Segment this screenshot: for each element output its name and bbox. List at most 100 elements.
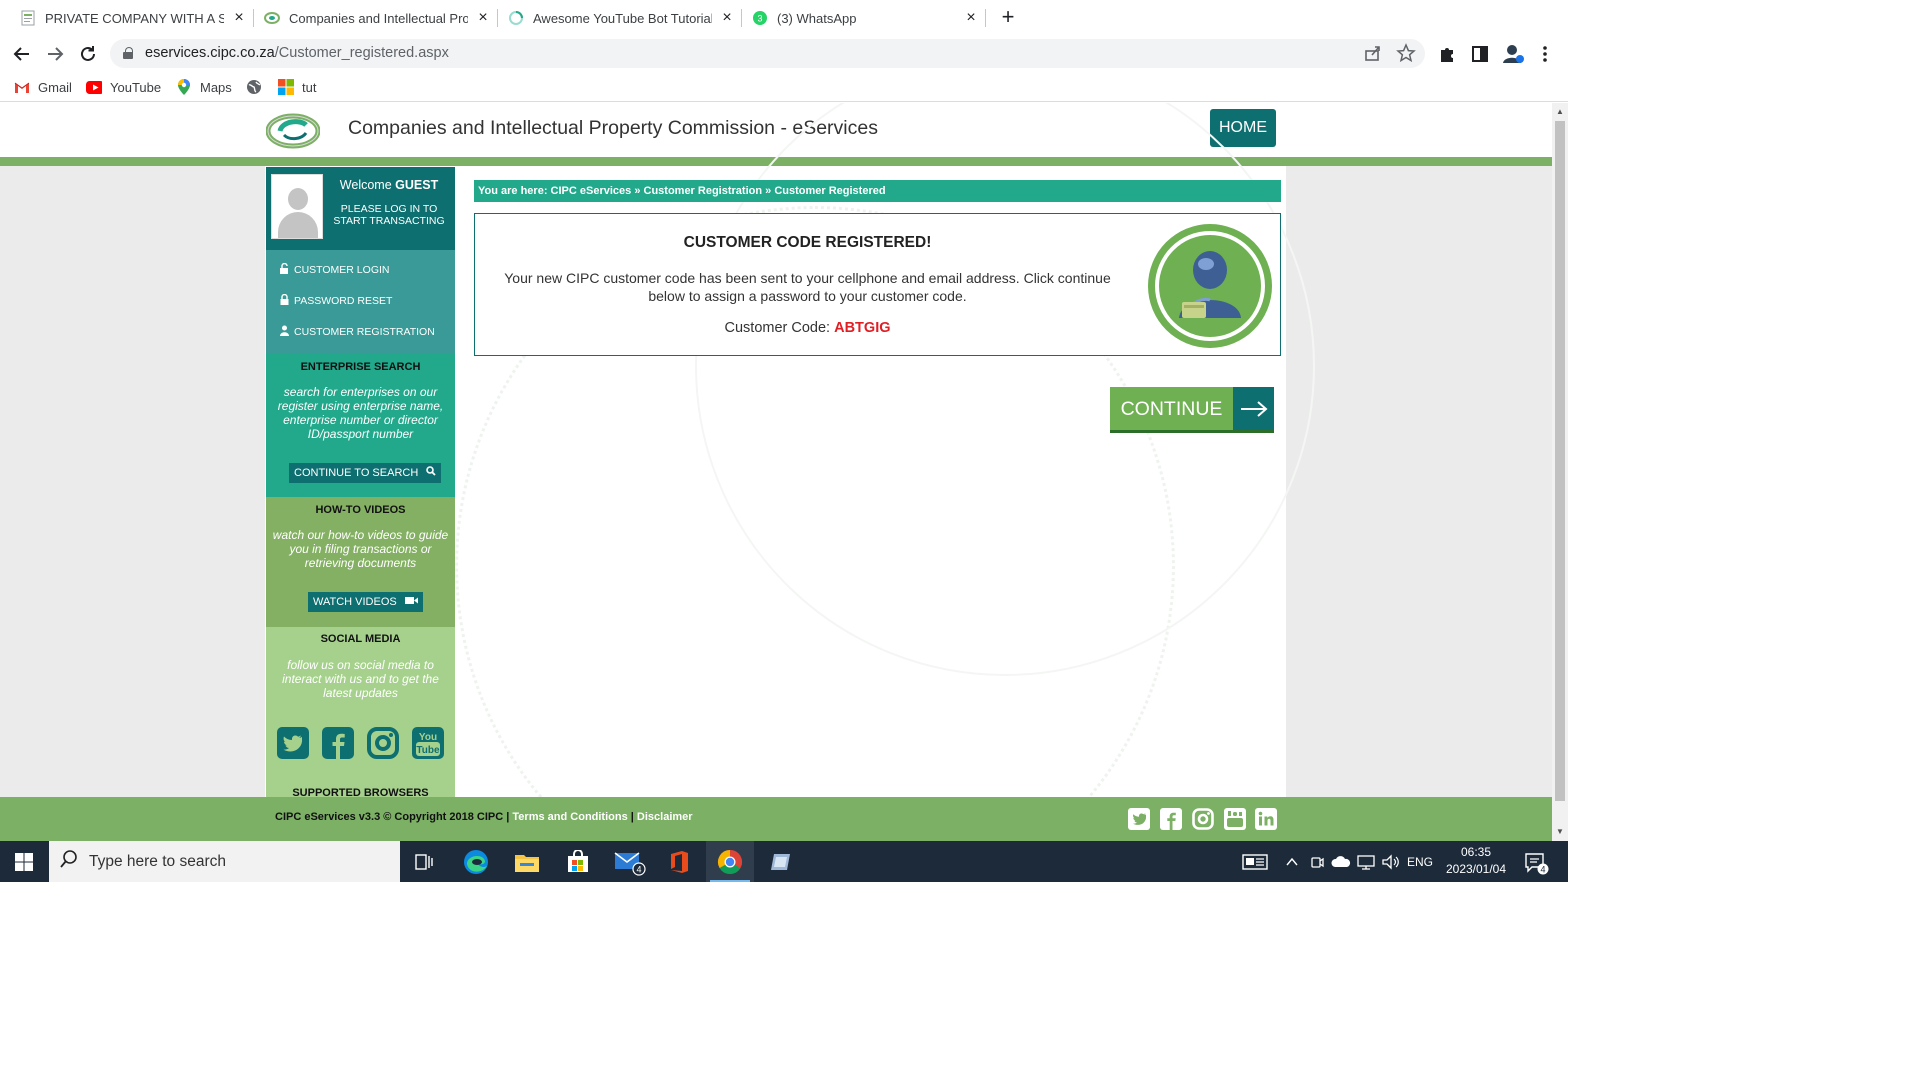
pinned-app-icon[interactable] — [757, 841, 805, 882]
footer-facebook-icon[interactable] — [1160, 808, 1182, 830]
mail-icon[interactable]: 4 — [606, 841, 654, 882]
tab-whatsapp[interactable]: 3 (3) WhatsApp × — [752, 0, 980, 36]
address-bar[interactable]: eservices.cipc.co.za/Customer_registered… — [110, 39, 1425, 68]
scroll-up-arrow-icon[interactable]: ▲ — [1556, 108, 1564, 116]
extensions-puzzle-icon[interactable] — [1435, 42, 1459, 66]
breadcrumb-current: Customer Registered — [774, 185, 886, 197]
side-panel-icon[interactable] — [1468, 42, 1492, 66]
registered-user-icon — [1146, 222, 1274, 350]
disclaimer-link[interactable]: Disclaimer — [637, 811, 693, 823]
how-to-videos-heading: HOW-TO VIDEOS — [315, 504, 406, 516]
tab-private-company[interactable]: PRIVATE COMPANY WITH A STANDARD × — [20, 0, 248, 36]
back-arrow-icon[interactable] — [10, 42, 34, 66]
reload-icon[interactable] — [76, 42, 100, 66]
bookmark-youtube[interactable]: YouTube — [86, 78, 161, 96]
clock-date: 2023/01/04 — [1445, 862, 1507, 876]
svg-text:4: 4 — [636, 864, 641, 874]
language-indicator[interactable]: ENG — [1405, 853, 1435, 871]
profile-avatar-icon[interactable] — [1500, 41, 1525, 66]
account-links: CUSTOMER LOGIN PASSWORD RESET CUSTOMER R… — [266, 250, 455, 354]
microsoft-store-icon[interactable] — [554, 841, 602, 882]
bookmark-star-icon[interactable] — [1396, 43, 1416, 63]
scroll-down-arrow-icon[interactable]: ▼ — [1556, 828, 1564, 836]
unlock-icon — [278, 262, 291, 277]
bookmark-globe[interactable] — [246, 78, 270, 96]
web-page: Companies and Intellectual Property Comm… — [0, 103, 1552, 841]
windows-taskbar: Type here to search 4 ENG 06:35 2023/01/… — [0, 841, 1568, 882]
close-tab-icon[interactable]: × — [962, 9, 980, 27]
new-tab-button[interactable]: + — [996, 5, 1020, 29]
footer-youtube-icon[interactable] — [1224, 808, 1246, 830]
meet-now-icon[interactable] — [1308, 853, 1326, 871]
enterprise-search-description: search for enterprises on our register u… — [277, 385, 444, 441]
youtube-icon — [86, 79, 102, 95]
network-icon[interactable] — [1355, 853, 1377, 871]
video-camera-icon — [404, 592, 418, 612]
task-view-icon[interactable] — [400, 841, 448, 882]
tab-title: (3) WhatsApp — [777, 10, 857, 26]
browser-tab-bar: PRIVATE COMPANY WITH A STANDARD × Compan… — [0, 0, 1568, 36]
edge-browser-icon[interactable] — [452, 841, 500, 882]
terms-and-conditions-link[interactable]: Terms and Conditions — [512, 811, 627, 823]
breadcrumb-link-customer-registration[interactable]: Customer Registration — [644, 185, 763, 197]
twitter-icon[interactable] — [277, 727, 309, 759]
watch-videos-button[interactable]: WATCH VIDEOS — [308, 592, 423, 612]
instagram-icon[interactable] — [367, 727, 399, 759]
gmail-icon — [14, 79, 30, 95]
youtube-icon[interactable]: You Tube — [412, 727, 444, 759]
footer-copyright: CIPC eServices v3.3 © Copyright 2018 CIP… — [275, 811, 693, 823]
notification-center-icon[interactable]: 4 — [1523, 851, 1551, 875]
customer-login-link[interactable]: CUSTOMER LOGIN — [278, 262, 389, 278]
browser-menu-icon[interactable] — [1533, 42, 1557, 66]
footer-twitter-icon[interactable] — [1128, 808, 1150, 830]
maps-pin-icon — [176, 79, 192, 95]
enterprise-search-heading: ENTERPRISE SEARCH — [300, 361, 421, 373]
volume-icon[interactable] — [1380, 853, 1402, 871]
windows-start-button[interactable] — [0, 841, 48, 882]
close-tab-icon[interactable]: × — [474, 9, 492, 27]
file-explorer-icon[interactable] — [503, 841, 551, 882]
continue-button[interactable]: CONTINUE — [1110, 387, 1274, 433]
search-placeholder: Type here to search — [89, 852, 226, 870]
breadcrumb: You are here: CIPC eServices » Customer … — [474, 180, 1281, 202]
login-note: PLEASE LOG IN TO START TRANSACTING — [333, 203, 445, 227]
continue-to-search-button[interactable]: CONTINUE TO SEARCH — [289, 463, 442, 483]
tab-cipc-active[interactable]: Companies and Intellectual Property × — [264, 0, 492, 36]
close-tab-icon[interactable]: × — [230, 9, 248, 27]
office-icon[interactable] — [655, 841, 703, 882]
lock-icon — [278, 293, 291, 308]
cipc-logo[interactable] — [265, 111, 321, 149]
lock-icon[interactable] — [123, 47, 133, 59]
bookmark-tut[interactable]: tut — [278, 78, 316, 96]
bookmark-gmail[interactable]: Gmail — [14, 78, 72, 96]
share-icon[interactable] — [1363, 43, 1383, 63]
footer-linkedin-icon[interactable] — [1255, 808, 1277, 830]
microsoft-logo-icon — [278, 79, 294, 95]
browser-toolbar: eservices.cipc.co.za/Customer_registered… — [0, 36, 1568, 72]
document-favicon-icon — [20, 10, 36, 26]
bookmark-maps[interactable]: Maps — [176, 78, 232, 96]
close-tab-icon[interactable]: × — [718, 9, 736, 27]
svg-text:4: 4 — [1540, 865, 1545, 875]
arrow-right-icon — [1233, 387, 1274, 430]
scrollbar-thumb[interactable] — [1555, 121, 1565, 801]
tab-divider — [985, 9, 986, 27]
taskbar-clock[interactable]: 06:35 2023/01/04 — [1440, 844, 1512, 878]
taskbar-search-box[interactable]: Type here to search — [49, 841, 400, 882]
social-media-heading: SOCIAL MEDIA — [320, 633, 401, 645]
onedrive-cloud-icon[interactable] — [1330, 853, 1352, 871]
customer-registration-link[interactable]: CUSTOMER REGISTRATION — [278, 324, 435, 340]
registration-confirmation-panel: CUSTOMER CODE REGISTERED! Your new CIPC … — [474, 213, 1281, 356]
home-button[interactable]: HOME — [1210, 109, 1276, 147]
page-scrollbar[interactable]: ▲ ▼ — [1552, 103, 1568, 841]
tab-youtube-bot[interactable]: Awesome YouTube Bot Tutorial - × — [508, 0, 736, 36]
news-widget-icon[interactable] — [1240, 853, 1270, 871]
forward-arrow-icon[interactable] — [43, 42, 67, 66]
breadcrumb-link-cipc-eservices[interactable]: CIPC eServices — [551, 185, 632, 197]
footer-instagram-icon[interactable] — [1192, 808, 1214, 830]
password-reset-link[interactable]: PASSWORD RESET — [278, 293, 392, 309]
chrome-icon[interactable] — [706, 841, 754, 882]
facebook-icon[interactable] — [322, 727, 354, 759]
search-icon — [426, 463, 436, 483]
chevron-up-icon[interactable] — [1283, 853, 1301, 871]
